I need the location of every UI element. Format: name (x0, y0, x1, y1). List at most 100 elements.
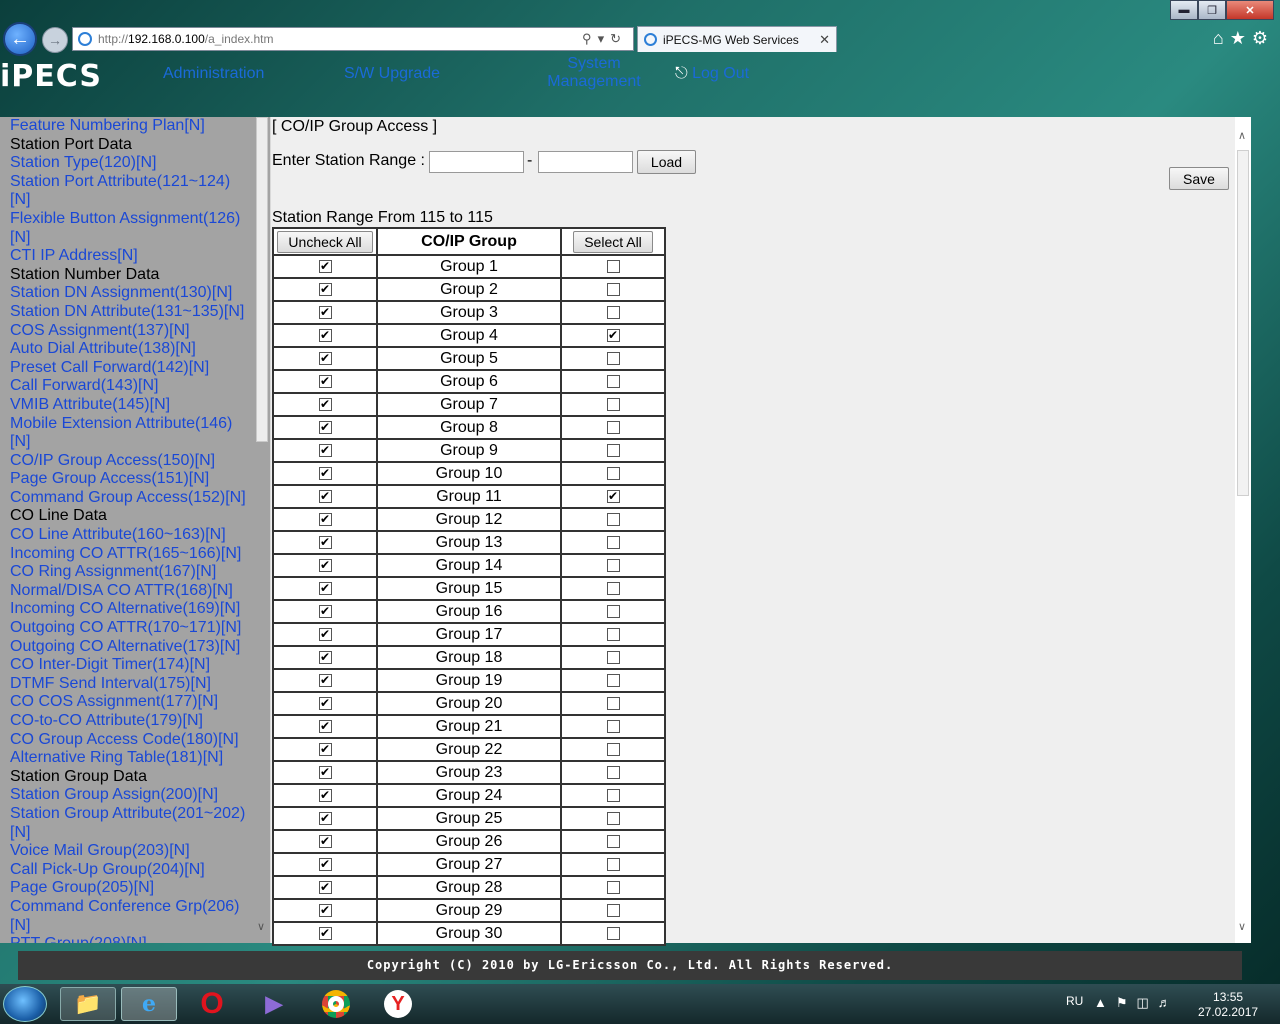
group-select-checkbox[interactable] (606, 351, 620, 365)
visual-studio-icon[interactable]: ▶ (246, 987, 302, 1021)
group-select-checkbox[interactable] (606, 926, 620, 940)
sidebar-link[interactable]: Command Conference Grp(206) [N] (10, 898, 252, 935)
minimize-button[interactable]: ▬ (1170, 0, 1198, 20)
group-select-checkbox[interactable] (606, 282, 620, 296)
group-select-checkbox[interactable] (606, 259, 620, 273)
group-access-checkbox[interactable]: ✔ (318, 581, 332, 595)
sidebar-link[interactable]: CO/IP Group Access(150)[N] (10, 452, 252, 471)
sidebar-link[interactable]: Station DN Assignment(130)[N] (10, 284, 252, 303)
group-select-checkbox[interactable] (606, 443, 620, 457)
sidebar-link[interactable]: Flexible Button Assignment(126) [N] (10, 210, 252, 247)
maximize-button[interactable]: ❐ (1198, 0, 1226, 20)
group-access-checkbox[interactable]: ✔ (318, 926, 332, 940)
sidebar-link[interactable]: Normal/DISA CO ATTR(168)[N] (10, 582, 252, 601)
sidebar-link[interactable]: Call Pick-Up Group(204)[N] (10, 861, 252, 880)
group-access-checkbox[interactable]: ✔ (318, 397, 332, 411)
sidebar-link[interactable]: Call Forward(143)[N] (10, 377, 252, 396)
sidebar-link[interactable]: COS Assignment(137)[N] (10, 322, 252, 341)
address-bar[interactable]: http://192.168.0.100/a_index.htm ⚲▾↻ (72, 27, 634, 51)
tray-icons[interactable]: ▲⚑◫♬ (1094, 995, 1180, 1011)
group-access-checkbox[interactable]: ✔ (318, 443, 332, 457)
sidebar-link[interactable]: CTI IP Address[N] (10, 247, 252, 266)
sidebar-link[interactable]: Station Group Attribute(201~202) [N] (10, 805, 252, 842)
group-access-checkbox[interactable]: ✔ (318, 512, 332, 526)
sidebar-scroll-thumb[interactable] (256, 117, 268, 442)
group-select-checkbox[interactable] (606, 581, 620, 595)
group-access-checkbox[interactable]: ✔ (318, 489, 332, 503)
sidebar-link[interactable]: CO Ring Assignment(167)[N] (10, 563, 252, 582)
load-button[interactable]: Load (637, 150, 696, 174)
group-access-checkbox[interactable]: ✔ (318, 788, 332, 802)
group-select-checkbox[interactable] (606, 788, 620, 802)
sidebar-link[interactable]: Station Port Attribute(121~124) [N] (10, 173, 252, 210)
group-access-checkbox[interactable]: ✔ (318, 903, 332, 917)
group-access-checkbox[interactable]: ✔ (318, 834, 332, 848)
sidebar-link[interactable]: Feature Numbering Plan[N] (10, 117, 252, 136)
clock[interactable]: 13:55 27.02.2017 (1198, 990, 1258, 1020)
sidebar-link[interactable]: VMIB Attribute(145)[N] (10, 396, 252, 415)
scroll-down-icon[interactable]: ∨ (1238, 920, 1246, 933)
select-all-button[interactable]: Select All (573, 230, 653, 253)
group-select-checkbox[interactable] (606, 765, 620, 779)
close-window-button[interactable]: ✕ (1226, 0, 1274, 20)
group-access-checkbox[interactable]: ✔ (318, 650, 332, 664)
sidebar-link[interactable]: Auto Dial Attribute(138)[N] (10, 340, 252, 359)
sidebar-link[interactable]: CO Line Attribute(160~163)[N] (10, 526, 252, 545)
sidebar-scrollbar[interactable]: ∨ (254, 117, 270, 943)
sidebar-link[interactable]: CO COS Assignment(177)[N] (10, 693, 252, 712)
group-select-checkbox[interactable] (606, 673, 620, 687)
group-select-checkbox[interactable] (606, 719, 620, 733)
opera-icon[interactable]: O (184, 987, 240, 1021)
group-access-checkbox[interactable]: ✔ (318, 604, 332, 618)
group-access-checkbox[interactable]: ✔ (318, 558, 332, 572)
scroll-up-icon[interactable]: ∧ (1238, 129, 1246, 142)
star-icon[interactable]: ★ (1230, 28, 1252, 48)
file-explorer-icon[interactable]: 📁 (60, 987, 116, 1021)
group-select-checkbox[interactable] (606, 834, 620, 848)
group-select-checkbox[interactable] (606, 880, 620, 894)
group-access-checkbox[interactable]: ✔ (318, 880, 332, 894)
range-start-input[interactable] (429, 151, 524, 173)
group-access-checkbox[interactable]: ✔ (318, 673, 332, 687)
group-select-checkbox[interactable] (606, 374, 620, 388)
group-select-checkbox[interactable] (606, 857, 620, 871)
group-access-checkbox[interactable]: ✔ (318, 535, 332, 549)
forward-button[interactable]: → (42, 27, 68, 53)
group-access-checkbox[interactable]: ✔ (318, 328, 332, 342)
group-access-checkbox[interactable]: ✔ (318, 420, 332, 434)
sidebar-link[interactable]: Command Group Access(152)[N] (10, 489, 252, 508)
group-select-checkbox[interactable]: ✔ (606, 328, 620, 342)
group-select-checkbox[interactable] (606, 466, 620, 480)
sidebar-link[interactable]: Mobile Extension Attribute(146) [N] (10, 415, 252, 452)
group-access-checkbox[interactable]: ✔ (318, 259, 332, 273)
sidebar-link[interactable]: Station Group Assign(200)[N] (10, 786, 252, 805)
sidebar-link[interactable]: Alternative Ring Table(181)[N] (10, 749, 252, 768)
start-button[interactable] (3, 986, 47, 1022)
group-access-checkbox[interactable]: ✔ (318, 857, 332, 871)
sidebar-link[interactable]: Page Group(205)[N] (10, 879, 252, 898)
group-select-checkbox[interactable] (606, 397, 620, 411)
group-select-checkbox[interactable] (606, 512, 620, 526)
sidebar-link[interactable]: CO Inter-Digit Timer(174)[N] (10, 656, 252, 675)
sidebar-link[interactable]: CO-to-CO Attribute(179)[N] (10, 712, 252, 731)
sidebar-link[interactable]: PTT Group(208)[N] (10, 935, 252, 943)
group-select-checkbox[interactable] (606, 650, 620, 664)
home-icon[interactable]: ⌂ (1213, 28, 1230, 48)
search-refresh-icons[interactable]: ⚲▾↻ (582, 31, 627, 47)
scroll-down-icon[interactable]: ∨ (257, 920, 265, 933)
group-access-checkbox[interactable]: ✔ (318, 374, 332, 388)
group-access-checkbox[interactable]: ✔ (318, 466, 332, 480)
group-access-checkbox[interactable]: ✔ (318, 282, 332, 296)
group-access-checkbox[interactable]: ✔ (318, 742, 332, 756)
chrome-icon[interactable] (308, 987, 364, 1021)
sidebar-link[interactable]: Outgoing CO Alternative(173)[N] (10, 638, 252, 657)
browser-tab[interactable]: iPECS-MG Web Services ✕ (637, 26, 837, 52)
content-scroll-thumb[interactable] (1237, 150, 1249, 496)
sidebar-link[interactable]: Outgoing CO ATTR(170~171)[N] (10, 619, 252, 638)
language-indicator[interactable]: RU (1066, 994, 1083, 1008)
content-scrollbar[interactable]: ∧ ∨ (1235, 117, 1251, 943)
sidebar-link[interactable]: Page Group Access(151)[N] (10, 470, 252, 489)
group-select-checkbox[interactable] (606, 535, 620, 549)
group-access-checkbox[interactable]: ✔ (318, 305, 332, 319)
group-access-checkbox[interactable]: ✔ (318, 627, 332, 641)
